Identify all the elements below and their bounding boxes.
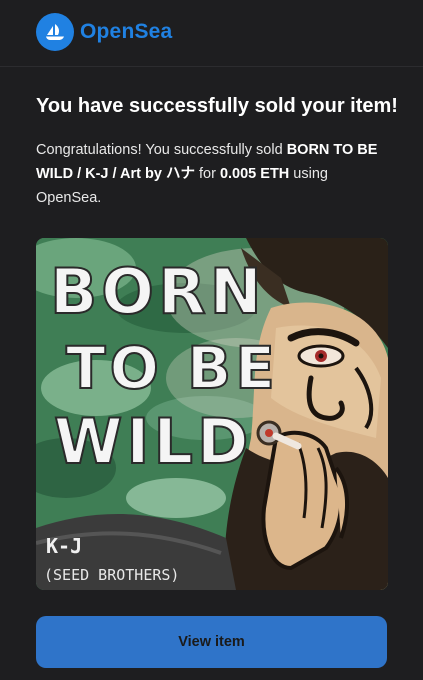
artwork-title-line1: BORN [50, 255, 266, 328]
sale-price: 0.005 ETH [219, 166, 290, 182]
artwork-title-line2: TO BE [66, 334, 279, 402]
email-title: You have successfully sold your item! [36, 95, 398, 117]
email-header: OpenSea [0, 0, 423, 62]
message-middle: for [194, 166, 220, 182]
message-prefix: Congratulations! You successfully sold [36, 142, 287, 158]
nft-artwork-image[interactable]: BORN TO BE WILD K-J (SEED BROTHERS) [36, 238, 388, 590]
view-item-button[interactable]: View item [36, 616, 387, 668]
email-message: Congratulations! You successfully sold B… [36, 138, 396, 210]
artwork-group: (SEED BROTHERS) [44, 566, 179, 584]
brand-name[interactable]: OpenSea [80, 20, 172, 44]
opensea-logo-icon[interactable] [36, 13, 74, 51]
header-divider [0, 66, 423, 67]
artwork-artist: K-J [46, 534, 82, 558]
artwork-title-line3: WILD [54, 405, 252, 478]
